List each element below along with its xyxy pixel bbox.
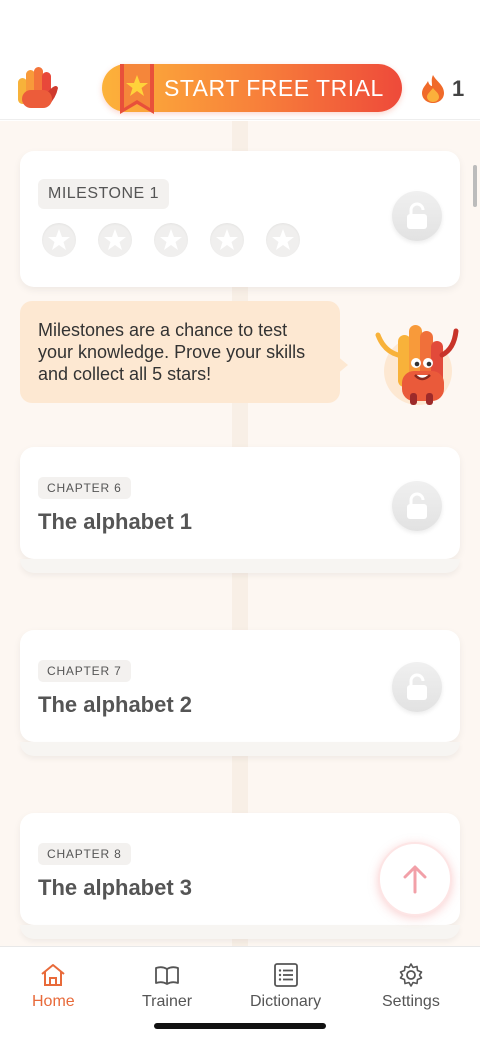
tip-line-2: your knowledge. Prove your skills	[38, 342, 306, 362]
start-free-trial-button[interactable]: START FREE TRIAL	[102, 64, 402, 114]
chapter-badge: CHAPTER 6	[38, 477, 131, 499]
home-icon	[41, 964, 65, 986]
chapter-badge: CHAPTER 8	[38, 843, 131, 865]
hand-mascot-icon	[375, 325, 459, 405]
card-shelf	[20, 742, 460, 756]
hand-logo-icon[interactable]	[16, 64, 60, 110]
nav-item-home[interactable]: Home	[32, 961, 75, 1011]
star-ribbon-icon	[120, 64, 154, 114]
nav-item-settings[interactable]: Settings	[382, 961, 440, 1011]
chapter-card[interactable]: CHAPTER 6 The alphabet 1	[20, 447, 460, 573]
chapter-title: The alphabet 3	[38, 875, 193, 900]
tip-line-1: Milestones are a chance to test	[38, 320, 288, 340]
book-icon	[155, 966, 179, 985]
card-shelf	[20, 925, 460, 939]
nav-label: Dictionary	[250, 993, 322, 1010]
scroll-to-top-button[interactable]	[378, 842, 452, 916]
star-icon	[42, 223, 76, 257]
chapter-card[interactable]: CHAPTER 7 The alphabet 2	[20, 630, 460, 756]
bubble-tail	[336, 355, 348, 375]
tip-line-3: and collect all 5 stars!	[38, 364, 212, 384]
top-bar: START FREE TRIAL 1	[0, 0, 480, 120]
lock-icon	[392, 191, 442, 241]
trial-button-label: START FREE TRIAL	[164, 75, 384, 101]
streak-count: 1	[452, 76, 465, 101]
gear-icon	[399, 963, 423, 987]
lock-icon	[392, 662, 442, 712]
arrow-up-icon	[403, 865, 427, 894]
milestone-badge: MILESTONE 1	[38, 179, 170, 209]
chapter-title: The alphabet 2	[38, 692, 193, 717]
star-icon	[154, 223, 188, 257]
chapter-badge: CHAPTER 7	[38, 660, 131, 682]
scrollbar-thumb[interactable]	[473, 165, 477, 207]
list-icon	[273, 963, 298, 987]
star-icon	[266, 223, 300, 257]
star-icon	[210, 223, 244, 257]
nav-label: Settings	[382, 993, 440, 1010]
lock-icon	[392, 481, 442, 531]
milestone-card[interactable]: MILESTONE 1	[20, 151, 460, 287]
milestone-stars	[42, 223, 300, 257]
nav-label: Home	[32, 993, 75, 1010]
fire-icon	[422, 75, 444, 103]
nav-item-dictionary[interactable]: Dictionary	[250, 961, 321, 1011]
nav-label: Trainer	[142, 993, 193, 1010]
nav-item-trainer[interactable]: Trainer	[142, 961, 192, 1011]
home-indicator	[154, 1023, 326, 1029]
card-shelf	[20, 559, 460, 573]
milestone-tip-bubble: Milestones are a chance to test your kno…	[20, 301, 340, 403]
lesson-path[interactable]: MILESTONE 1 Milestones are a chance to t…	[0, 121, 480, 946]
star-icon	[98, 223, 132, 257]
streak-indicator[interactable]: 1	[420, 74, 464, 104]
chapter-title: The alphabet 1	[38, 509, 193, 534]
